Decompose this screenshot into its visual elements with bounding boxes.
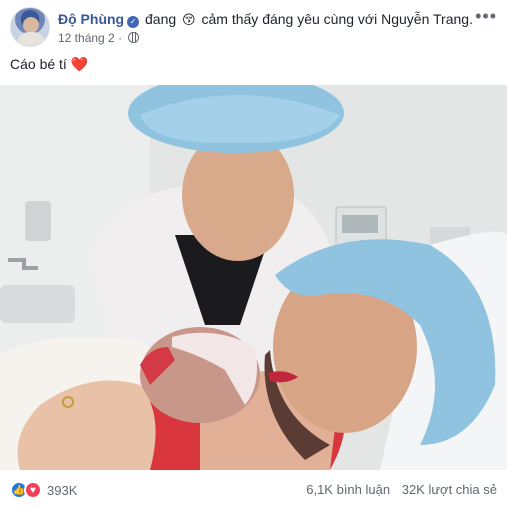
meta-separator: · [118,31,123,45]
reaction-count[interactable]: 393K [47,483,77,498]
post-footer: 👍 ♥ 393K 6,1K bình luận 32K lượt chia sẻ [0,472,507,507]
post-photo[interactable] [0,85,507,470]
activity-text: cảm thấy đáng yêu cùng với [201,11,378,27]
post-date[interactable]: 12 tháng 2 [58,31,115,45]
feeling-emoji-icon: 😚 [182,12,196,27]
reactions-summary[interactable]: 👍 ♥ 393K [10,480,77,500]
author-name[interactable]: Độ Phùng [58,11,124,27]
verified-badge-icon: ✓ [127,16,140,28]
post-meta: 12 tháng 2 · [58,31,140,45]
avatar-face [23,17,39,33]
activity-prefix: đang [145,11,177,27]
facebook-post: Độ Phùng ✓ đang 😚 cảm thấy đáng yêu cùng … [0,0,507,507]
soap-dispenser [25,201,51,241]
post-stats: 6,1K bình luận 32K lượt chia sẻ [306,482,497,497]
share-count[interactable]: 32K lượt chia sẻ [402,482,497,497]
caption-text: Cáo bé tí [10,56,67,72]
post-caption: Cáo bé tí ❤️ [10,56,88,73]
sink [0,285,75,323]
comment-count[interactable]: 6,1K bình luận [306,482,390,497]
author-avatar[interactable] [10,7,50,47]
monitor-screen [342,215,378,233]
more-options-icon[interactable]: ••• [475,6,497,27]
heart-icon: ❤️ [70,56,89,72]
photo-illustration [0,85,507,470]
tagged-user-link[interactable]: Nguyễn Trang. [381,11,473,27]
love-icon: ♥ [24,481,42,499]
globe-icon[interactable] [128,32,140,43]
post-header: Độ Phùng ✓ đang 😚 cảm thấy đáng yêu cùng … [58,10,473,29]
avatar-body [17,32,45,46]
